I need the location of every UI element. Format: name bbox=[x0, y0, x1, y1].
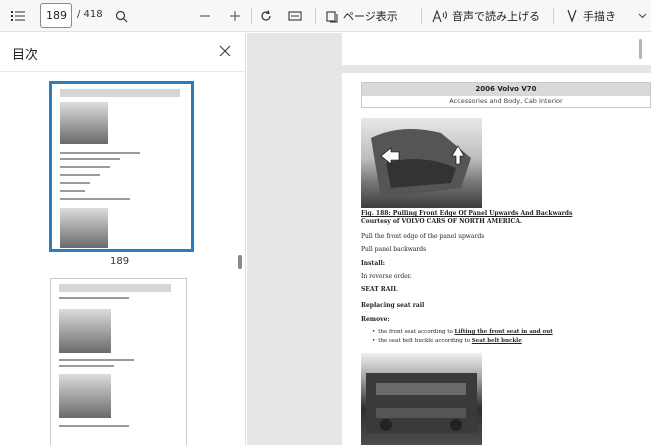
thumbnail-text-line bbox=[60, 190, 85, 192]
figure-caption: Fig. 188: Pulling Front Edge Of Panel Up… bbox=[361, 210, 572, 217]
list-item: the front seat according to Lifting the … bbox=[372, 329, 553, 335]
toolbar-divider bbox=[421, 8, 422, 24]
plus-icon bbox=[230, 11, 240, 21]
rotate-button[interactable] bbox=[255, 4, 277, 28]
toolbar-divider bbox=[315, 8, 316, 24]
toolbar-divider bbox=[553, 8, 554, 24]
page-number-input[interactable] bbox=[40, 3, 72, 28]
previous-page bbox=[342, 33, 651, 65]
thumbnail-image bbox=[59, 309, 111, 353]
thumbnail-text-line bbox=[60, 158, 120, 160]
page-header: 2006 Volvo V70 Accessories and Body, Cab… bbox=[361, 82, 651, 108]
sidebar-scrollbar[interactable] bbox=[238, 255, 242, 269]
zoom-in-button[interactable] bbox=[225, 4, 245, 28]
contents-sidebar: 目次 189 bbox=[0, 33, 246, 445]
step-text: Pull panel backwards bbox=[361, 246, 427, 253]
draw-options-dropdown[interactable] bbox=[636, 4, 648, 28]
minus-icon bbox=[200, 15, 210, 17]
thumbnail-image bbox=[60, 102, 108, 144]
table-of-contents-button[interactable] bbox=[6, 4, 30, 28]
list-item: the seat belt buckle according to Seat b… bbox=[372, 338, 522, 344]
install-heading: Install: bbox=[361, 260, 385, 267]
close-icon bbox=[219, 45, 231, 57]
bullet-text: the front seat according to bbox=[378, 329, 453, 335]
seat-panel-photo bbox=[361, 118, 482, 208]
thumbnail-image bbox=[60, 208, 108, 248]
sidebar-divider bbox=[0, 71, 245, 72]
toolbar: / 418 ページ表示 音声で読み上げる 手描き bbox=[0, 0, 651, 32]
page-header-title: 2006 Volvo V70 bbox=[362, 83, 650, 96]
document-scrollbar[interactable] bbox=[639, 39, 642, 59]
document-page: 2006 Volvo V70 Accessories and Body, Cab… bbox=[342, 73, 651, 445]
search-icon bbox=[115, 10, 127, 22]
sidebar-title: 目次 bbox=[12, 48, 39, 63]
read-aloud-button[interactable]: 音声で読み上げる bbox=[432, 4, 540, 28]
figure-courtesy: Courtesy of VOLVO CARS OF NORTH AMERICA. bbox=[361, 218, 523, 225]
toolbar-divider bbox=[251, 8, 252, 24]
thumbnail-text-line bbox=[59, 297, 129, 299]
page-total: / 418 bbox=[77, 9, 103, 20]
step-text: Pull the front edge of the panel upwards bbox=[361, 233, 485, 240]
thumbnail-text-line bbox=[59, 365, 114, 367]
fit-page-button[interactable] bbox=[284, 4, 306, 28]
thumbnail-text-line bbox=[59, 359, 134, 361]
list-icon bbox=[11, 11, 25, 21]
page-view-button[interactable]: ページ表示 bbox=[326, 4, 398, 28]
thumbnail-text-line bbox=[60, 152, 140, 154]
draw-label: 手描き bbox=[583, 10, 616, 23]
rotate-icon bbox=[261, 10, 271, 21]
seat-rail-photo bbox=[361, 353, 482, 445]
thumbnail-page-number: 189 bbox=[110, 256, 130, 267]
thumbnail-image bbox=[59, 374, 111, 418]
read-aloud-label: 音声で読み上げる bbox=[452, 10, 540, 23]
zoom-out-button[interactable] bbox=[195, 4, 215, 28]
thumbnail-text-line bbox=[59, 425, 129, 427]
page-view-label: ページ表示 bbox=[343, 10, 398, 23]
bullet-link[interactable]: Lifting the front seat in and out bbox=[455, 329, 553, 335]
pen-icon bbox=[567, 9, 577, 23]
thumbnail-text-line bbox=[60, 182, 90, 184]
install-text: In reverse order. bbox=[361, 273, 412, 280]
thumbnail-header bbox=[60, 89, 180, 97]
read-aloud-icon bbox=[432, 9, 447, 22]
page-thumbnail[interactable] bbox=[50, 278, 187, 445]
page-header-subtitle: Accessories and Body, Cab Interior bbox=[449, 97, 563, 105]
fit-width-icon bbox=[288, 11, 302, 21]
section-heading: SEAT RAIL bbox=[361, 286, 398, 293]
figure-caption-link[interactable]: Fig. 188: Pulling Front Edge Of Panel Up… bbox=[361, 210, 572, 217]
bullet-link[interactable]: Seat belt buckle bbox=[472, 338, 522, 344]
remove-heading: Remove: bbox=[361, 316, 390, 323]
page-thumbnail-selected[interactable] bbox=[49, 81, 194, 252]
document-viewer[interactable]: 2006 Volvo V70 Accessories and Body, Cab… bbox=[247, 33, 651, 445]
thumbnail-text-line bbox=[60, 174, 100, 176]
page-view-icon bbox=[326, 10, 338, 23]
draw-button[interactable]: 手描き bbox=[566, 4, 616, 28]
bullet-text: the seat belt buckle according to bbox=[378, 338, 471, 344]
close-sidebar-button[interactable] bbox=[216, 42, 234, 60]
thumbnail-text-line bbox=[60, 166, 110, 168]
search-button[interactable] bbox=[110, 4, 132, 28]
chevron-down-icon bbox=[638, 13, 646, 19]
subsection-heading: Replacing seat rail bbox=[361, 302, 425, 309]
thumbnail-text-line bbox=[60, 198, 130, 200]
thumbnail-header bbox=[59, 284, 171, 292]
